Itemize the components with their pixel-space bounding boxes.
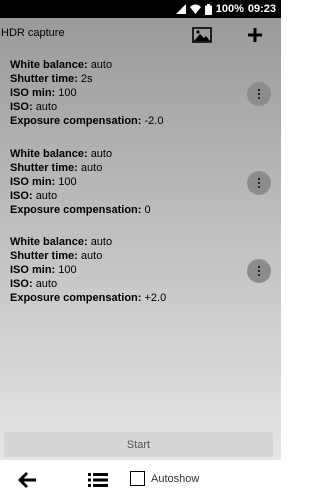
config-item-3: White balance: auto Shutter time: auto I… <box>10 235 210 305</box>
battery-icon <box>204 3 212 15</box>
shutter-time-label: Shutter time: <box>10 162 78 174</box>
config-item-1: White balance: auto Shutter time: 2s ISO… <box>10 58 210 128</box>
more-vert-dot <box>258 274 260 276</box>
exposure-label: Exposure compensation: <box>10 292 142 304</box>
white-balance-label: White balance: <box>10 148 88 160</box>
status-time: 09:23 <box>247 3 276 15</box>
list-button[interactable] <box>88 471 108 489</box>
exposure-line: Exposure compensation: +2.0 <box>10 291 210 305</box>
iso-value: auto <box>35 101 58 113</box>
plus-icon <box>248 28 262 42</box>
exposure-label: Exposure compensation: <box>10 204 142 216</box>
status-bar: 100% 09:23 <box>0 0 281 18</box>
page-title: HDR capture <box>1 27 65 39</box>
shutter-time-value: auto <box>80 250 103 262</box>
exposure-line: Exposure compensation: -2.0 <box>10 114 210 128</box>
more-vert-icon <box>258 178 260 180</box>
iso-min-label: ISO min: <box>10 176 56 188</box>
more-vert-dot <box>258 93 260 95</box>
more-vert-dot <box>258 182 260 184</box>
white-balance-line: White balance: auto <box>10 235 210 249</box>
more-vert-dot <box>258 186 260 188</box>
white-balance-value: auto <box>90 148 113 160</box>
white-balance-line: White balance: auto <box>10 147 210 161</box>
iso-min-label: ISO min: <box>10 87 56 99</box>
iso-label: ISO: <box>10 278 33 290</box>
shutter-time-label: Shutter time: <box>10 250 78 262</box>
iso-min-line: ISO min: 100 <box>10 175 210 189</box>
app-area: HDR capture White balance: auto Shutter … <box>0 18 281 460</box>
back-button[interactable] <box>18 471 38 489</box>
iso-label: ISO: <box>10 190 33 202</box>
image-icon <box>192 27 212 43</box>
shutter-time-line: Shutter time: 2s <box>10 72 210 86</box>
autoshow-checkbox[interactable] <box>130 471 145 486</box>
white-balance-value: auto <box>90 59 113 71</box>
white-balance-line: White balance: auto <box>10 58 210 72</box>
autoshow-label: Autoshow <box>151 473 200 485</box>
shutter-time-line: Shutter time: auto <box>10 249 210 263</box>
more-vert-icon <box>258 266 260 268</box>
iso-line: ISO: auto <box>10 189 210 203</box>
white-balance-value: auto <box>90 236 113 248</box>
iso-line: ISO: auto <box>10 100 210 114</box>
iso-value: auto <box>35 190 58 202</box>
shutter-time-line: Shutter time: auto <box>10 161 210 175</box>
config-item-2: White balance: auto Shutter time: auto I… <box>10 147 210 217</box>
more-vert-dot <box>258 270 260 272</box>
add-button[interactable] <box>243 24 267 46</box>
wifi-icon <box>189 4 201 14</box>
shutter-time-label: Shutter time: <box>10 73 78 85</box>
iso-min-value: 100 <box>58 87 77 99</box>
exposure-value: +2.0 <box>144 292 167 304</box>
battery-percent: 100% <box>215 3 244 15</box>
shutter-time-value: 2s <box>80 73 93 85</box>
config-2-menu-button[interactable] <box>247 171 271 195</box>
white-balance-label: White balance: <box>10 59 88 71</box>
exposure-value: -2.0 <box>144 115 164 127</box>
iso-label: ISO: <box>10 101 33 113</box>
bottom-bar: Autoshow <box>0 460 281 500</box>
iso-value: auto <box>35 278 58 290</box>
list-icon <box>88 473 108 487</box>
exposure-line: Exposure compensation: 0 <box>10 203 210 217</box>
toolbar: HDR capture <box>0 18 281 50</box>
config-3-menu-button[interactable] <box>247 259 271 283</box>
arrow-left-icon <box>18 472 36 488</box>
config-1-menu-button[interactable] <box>247 82 271 106</box>
gallery-button[interactable] <box>190 24 214 46</box>
more-vert-dot <box>258 97 260 99</box>
iso-line: ISO: auto <box>10 277 210 291</box>
iso-min-line: ISO min: 100 <box>10 263 210 277</box>
iso-min-line: ISO min: 100 <box>10 86 210 100</box>
start-button[interactable]: Start <box>4 432 273 457</box>
exposure-label: Exposure compensation: <box>10 115 142 127</box>
iso-min-value: 100 <box>58 264 77 276</box>
more-vert-icon <box>258 89 260 91</box>
iso-min-value: 100 <box>58 176 77 188</box>
exposure-value: 0 <box>144 204 151 216</box>
white-balance-label: White balance: <box>10 236 88 248</box>
iso-min-label: ISO min: <box>10 264 56 276</box>
shutter-time-value: auto <box>80 162 103 174</box>
signal-bars-icon <box>175 4 186 14</box>
